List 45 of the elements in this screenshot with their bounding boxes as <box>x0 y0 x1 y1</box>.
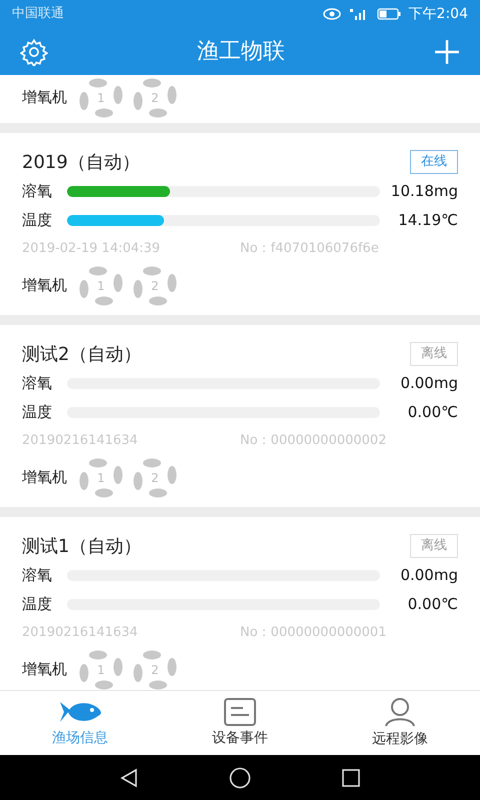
document-icon <box>224 698 256 726</box>
aerator-number: 1 <box>97 90 105 106</box>
settings-icon[interactable] <box>20 38 48 66</box>
aerator-label: 增氧机 <box>22 467 67 488</box>
aerator-number: 1 <box>97 662 105 678</box>
tab-button[interactable]: 远程影像 <box>320 696 480 750</box>
reading-label: 溶氧 <box>22 373 53 394</box>
device-title: 测试1（自动） <box>22 534 142 558</box>
aerator-number: 2 <box>151 90 159 106</box>
clock-time: 下午2:04 <box>408 4 468 24</box>
aerator-label: 增氧机 <box>22 87 67 108</box>
user-icon <box>384 696 416 726</box>
eye-icon <box>322 8 341 20</box>
reading-label: 温度 <box>22 594 53 616</box>
reading-label: 温度 <box>22 402 53 424</box>
carrier-name: 中国联通 <box>12 5 64 24</box>
aerator-number: 2 <box>151 278 159 294</box>
device-title: 2019（自动） <box>22 150 140 174</box>
aerator-number: 1 <box>97 278 105 294</box>
back-icon[interactable] <box>119 768 139 788</box>
status-badge: 离线 <box>410 534 458 558</box>
tab-button[interactable]: 设备事件 <box>160 698 320 748</box>
reading-value: 0.00mg <box>399 373 458 394</box>
reading-value: 0.00℃ <box>406 594 458 616</box>
reading-value: 0.00℃ <box>406 402 458 424</box>
aerator-number: 2 <box>151 662 159 678</box>
status-badge: 离线 <box>410 342 458 366</box>
aerator-label: 增氧机 <box>22 275 67 296</box>
reading-value: 10.18mg <box>390 181 458 202</box>
add-icon[interactable] <box>434 38 460 64</box>
reading-label: 温度 <box>22 210 53 232</box>
battery-icon <box>376 8 401 20</box>
reading-value: 14.19℃ <box>397 210 458 232</box>
device-title: 测试2（自动） <box>22 342 142 366</box>
reading-label: 溶氧 <box>22 181 53 202</box>
tab-button[interactable]: 渔场信息 <box>0 698 160 748</box>
app-title: 渔工物联 <box>197 38 285 66</box>
recent-apps-icon[interactable] <box>341 768 361 788</box>
reading-value: 0.00mg <box>399 565 458 586</box>
aerator-label: 增氧机 <box>22 659 67 680</box>
reading-label: 溶氧 <box>22 565 53 586</box>
aerator-number: 2 <box>151 470 159 486</box>
home-icon[interactable] <box>229 766 251 788</box>
aerator-number: 1 <box>97 470 105 486</box>
status-badge: 在线 <box>410 150 458 174</box>
